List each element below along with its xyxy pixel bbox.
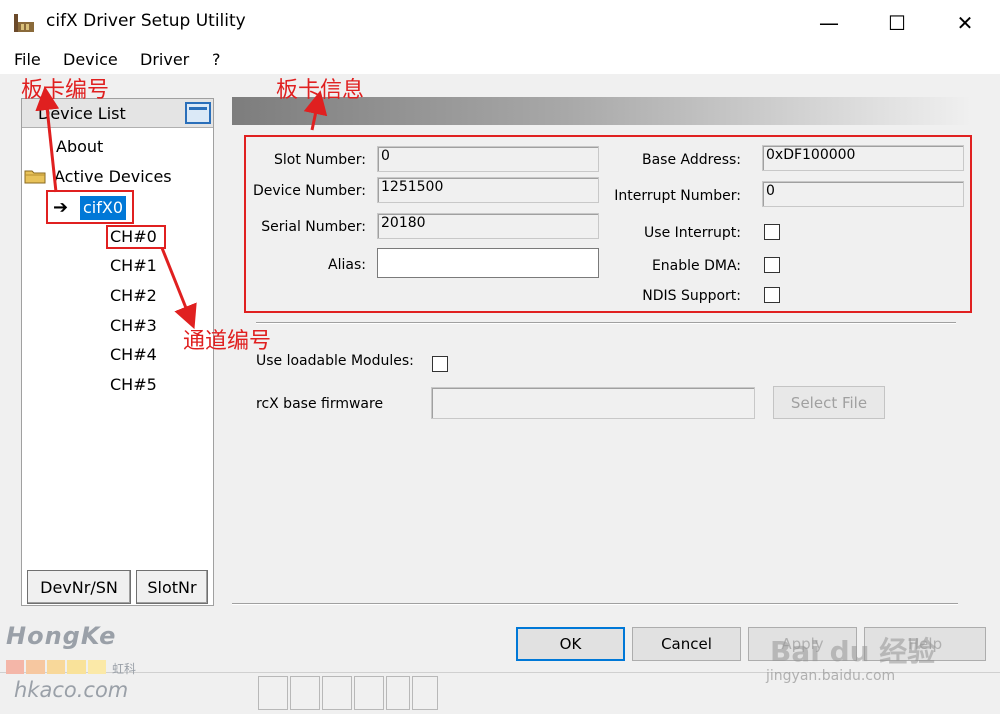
annotation-arrows <box>35 86 328 330</box>
arrow-to-board-info <box>303 90 328 131</box>
arrow-to-board-number <box>35 86 60 193</box>
hongke-site-watermark: hkaco.com <box>14 678 129 702</box>
arrow-to-channel-number <box>160 247 197 330</box>
baidu-watermark: Bai du 经验 <box>770 635 936 668</box>
hongke-watermark: HongKe <box>6 622 117 650</box>
hongke-color-strip <box>6 660 107 674</box>
hongke-cn-watermark: 虹科 <box>112 662 137 676</box>
baidu-site-watermark: jingyan.baidu.com <box>766 668 896 684</box>
